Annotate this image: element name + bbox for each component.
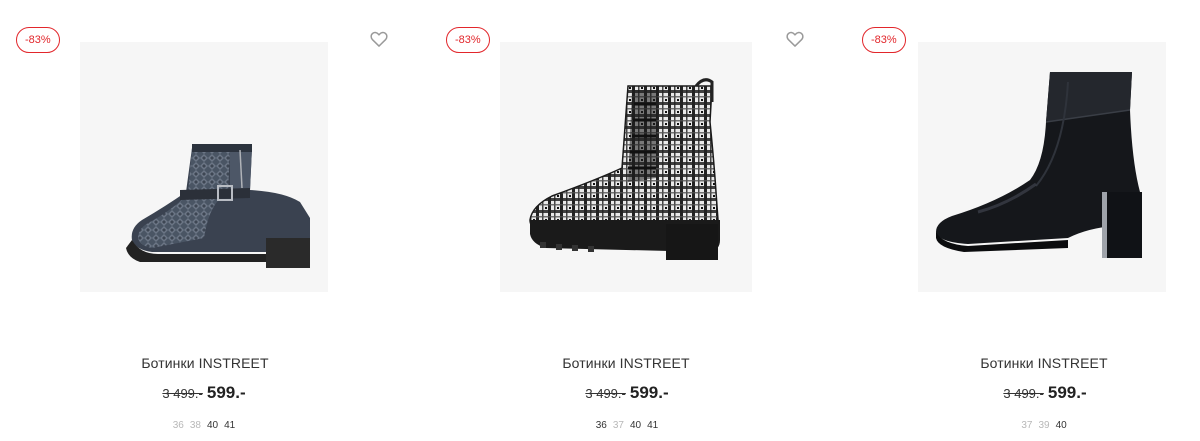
old-price: 3 499.- (162, 386, 203, 401)
product-image[interactable] (500, 42, 752, 292)
product-title[interactable]: Ботинки INSTREET (0, 355, 410, 371)
product-image[interactable] (80, 42, 328, 292)
product-card[interactable]: -83% Ботинки INSTREET 3 499.- 599.- 36 3… (420, 0, 840, 441)
size-option[interactable]: 37 (1021, 420, 1032, 431)
size-option[interactable]: 37 (613, 420, 624, 431)
discount-badge: -83% (16, 27, 60, 53)
heart-outline-icon[interactable] (785, 29, 805, 49)
product-title[interactable]: Ботинки INSTREET (840, 355, 1200, 371)
size-option[interactable]: 40 (207, 420, 218, 431)
price-block: 3 499.- 599.- (420, 383, 834, 403)
size-list: 37 39 40 (840, 420, 1200, 431)
old-price: 3 499.- (1003, 386, 1044, 401)
size-list: 36 37 40 41 (420, 420, 834, 431)
size-option[interactable]: 36 (173, 420, 184, 431)
product-card[interactable]: -83% Ботинки INSTREET 3 499.- 599.- 36 38 4… (0, 0, 420, 441)
size-option[interactable]: 41 (224, 420, 235, 431)
size-option[interactable]: 38 (190, 420, 201, 431)
price-block: 3 499.- 599.- (840, 383, 1200, 403)
old-price: 3 499.- (585, 386, 626, 401)
heart-outline-icon[interactable] (369, 29, 389, 49)
product-image[interactable] (918, 42, 1166, 292)
size-option[interactable]: 39 (1038, 420, 1049, 431)
size-option[interactable]: 41 (647, 420, 658, 431)
current-price: 599.- (206, 383, 246, 402)
size-option[interactable]: 40 (1056, 420, 1067, 431)
size-list: 36 38 40 41 (0, 420, 408, 431)
product-title[interactable]: Ботинки INSTREET (420, 355, 832, 371)
size-option[interactable]: 36 (596, 420, 607, 431)
discount-badge: -83% (862, 27, 906, 53)
discount-badge: -83% (446, 27, 490, 53)
current-price: 599.- (1047, 383, 1087, 402)
product-card[interactable]: -83% Ботинки INSTREET 3 499.- 599.- 37 39 4… (840, 0, 1200, 441)
current-price: 599.- (629, 383, 669, 402)
size-option[interactable]: 40 (630, 420, 641, 431)
price-block: 3 499.- 599.- (0, 383, 408, 403)
